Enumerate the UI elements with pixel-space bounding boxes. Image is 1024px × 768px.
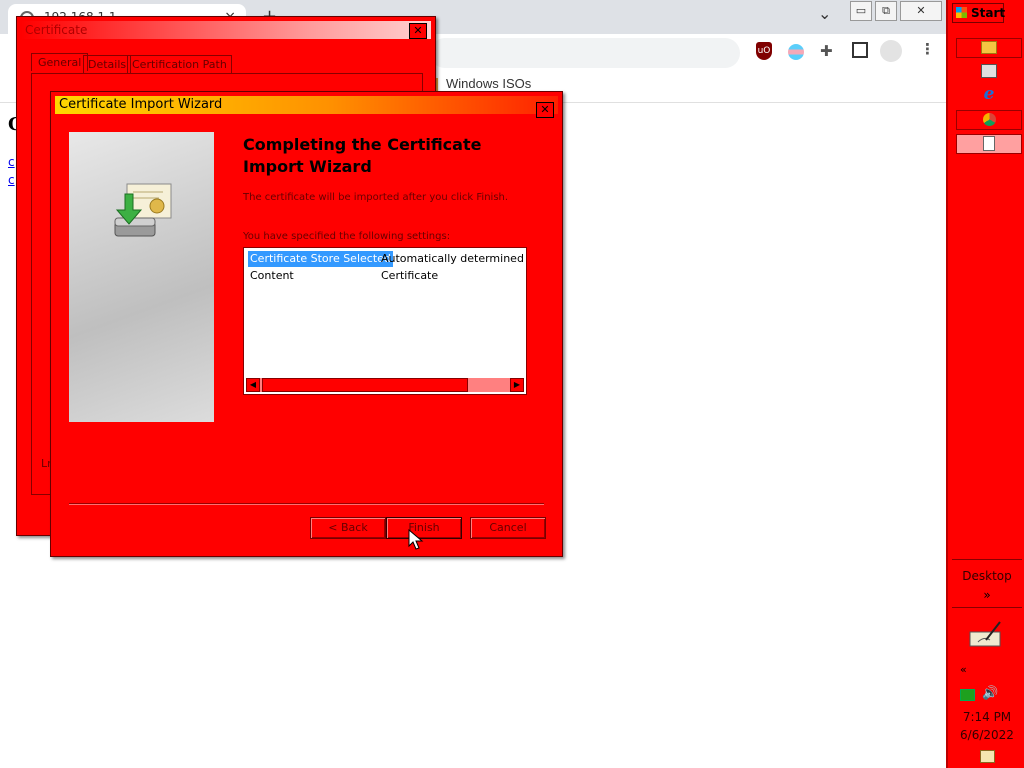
certificate-close-button[interactable]: ✕ (409, 23, 427, 39)
certificate-import-icon (114, 183, 172, 237)
folder-icon (981, 41, 997, 54)
wizard-close-button[interactable]: ✕ (536, 102, 554, 118)
restore-button[interactable]: ⧉ (875, 1, 897, 21)
scroll-thumb[interactable] (262, 378, 468, 392)
settings-name-content: Content (250, 269, 294, 282)
windows-logo-icon (956, 7, 967, 18)
horizontal-scrollbar[interactable]: ◀ ▶ (246, 378, 524, 392)
tray-collapse-button[interactable]: « (960, 663, 967, 676)
settings-value-store: Automatically determined by t (381, 252, 524, 265)
taskbar-printer-button[interactable] (956, 62, 1022, 80)
taskbar-ie-button[interactable]: e (956, 85, 1022, 103)
taskbar-chrome-button[interactable] (956, 110, 1022, 130)
desktop-toolbar-label[interactable]: Desktop (948, 569, 1024, 583)
puzzle-icon[interactable]: ✚ (820, 42, 833, 60)
back-button[interactable]: < Back (310, 517, 386, 539)
settings-label: You have specified the following setting… (243, 231, 451, 242)
wizard-title: Certificate Import Wizard (59, 97, 223, 112)
pen-tablet-icon[interactable] (968, 620, 1004, 650)
wizard-side-image (69, 132, 214, 422)
document-icon (983, 136, 995, 151)
volume-icon[interactable]: 🔊 (982, 686, 998, 701)
wizard-divider (69, 503, 544, 505)
notification-book-icon[interactable] (980, 750, 995, 763)
tab-certification-path[interactable]: Certification Path (127, 55, 232, 73)
ublock-icon[interactable]: uO (756, 42, 772, 60)
printer-icon (981, 64, 997, 78)
taskbar-document-button[interactable] (956, 134, 1022, 154)
settings-value-content: Certificate (381, 269, 439, 282)
profile-icon[interactable] (880, 40, 902, 62)
tab-search-icon[interactable]: ⌄ (818, 4, 831, 23)
clock-date[interactable]: 6/6/2022 (948, 728, 1024, 742)
settings-list[interactable]: Certificate Store Selected Automatically… (243, 247, 527, 395)
scroll-left-button[interactable]: ◀ (246, 378, 260, 392)
taskbar: Start e Desktop » « 🔊 7:14 PM 6/6/2022 (946, 0, 1024, 768)
wizard-heading: Completing the Certificate Import Wizard (243, 135, 482, 176)
clock-time[interactable]: 7:14 PM (948, 710, 1024, 724)
finish-button[interactable]: Finish (386, 517, 462, 539)
cancel-button[interactable]: Cancel (470, 517, 546, 539)
import-wizard: Certificate Import Wizard ✕ Completing t… (50, 91, 563, 557)
taskbar-explorer-button[interactable] (956, 38, 1022, 58)
internet-explorer-icon: e (983, 84, 995, 104)
certificate-titlebar: Certificate (21, 21, 431, 39)
menu-icon[interactable]: ⋮ (920, 40, 935, 58)
wizard-note: The certificate will be imported after y… (243, 192, 509, 203)
taskbar-divider-1 (952, 559, 1022, 560)
chrome-icon (982, 113, 996, 126)
side-panel-icon[interactable] (852, 42, 868, 58)
extension-flag-icon[interactable] (788, 44, 804, 60)
bookmark-windows-isos[interactable]: Windows ISOs (446, 76, 531, 91)
settings-name-store: Certificate Store Selected (248, 251, 393, 267)
minimize-button[interactable]: ▭ (850, 1, 872, 21)
desktop-expand-button[interactable]: » (948, 588, 1024, 602)
address-bar[interactable] (430, 38, 740, 68)
scroll-right-button[interactable]: ▶ (510, 378, 524, 392)
start-label: Start (971, 6, 1006, 20)
network-icon[interactable] (960, 689, 975, 701)
page-link-1[interactable]: c (8, 155, 15, 169)
close-window-button[interactable]: ✕ (900, 1, 942, 21)
start-button[interactable]: Start (952, 3, 1006, 23)
page-link-2[interactable]: c (8, 173, 15, 187)
settings-row-content[interactable]: Content Certificate (248, 268, 524, 284)
tab-details[interactable]: Details (83, 55, 132, 73)
taskbar-divider-2 (952, 607, 1022, 608)
settings-row-store[interactable]: Certificate Store Selected Automatically… (248, 251, 524, 267)
tab-general[interactable]: General (31, 53, 89, 71)
wizard-titlebar: Certificate Import Wizard (55, 96, 558, 114)
mouse-cursor-icon (408, 529, 424, 550)
certificate-title: Certificate (25, 23, 88, 37)
